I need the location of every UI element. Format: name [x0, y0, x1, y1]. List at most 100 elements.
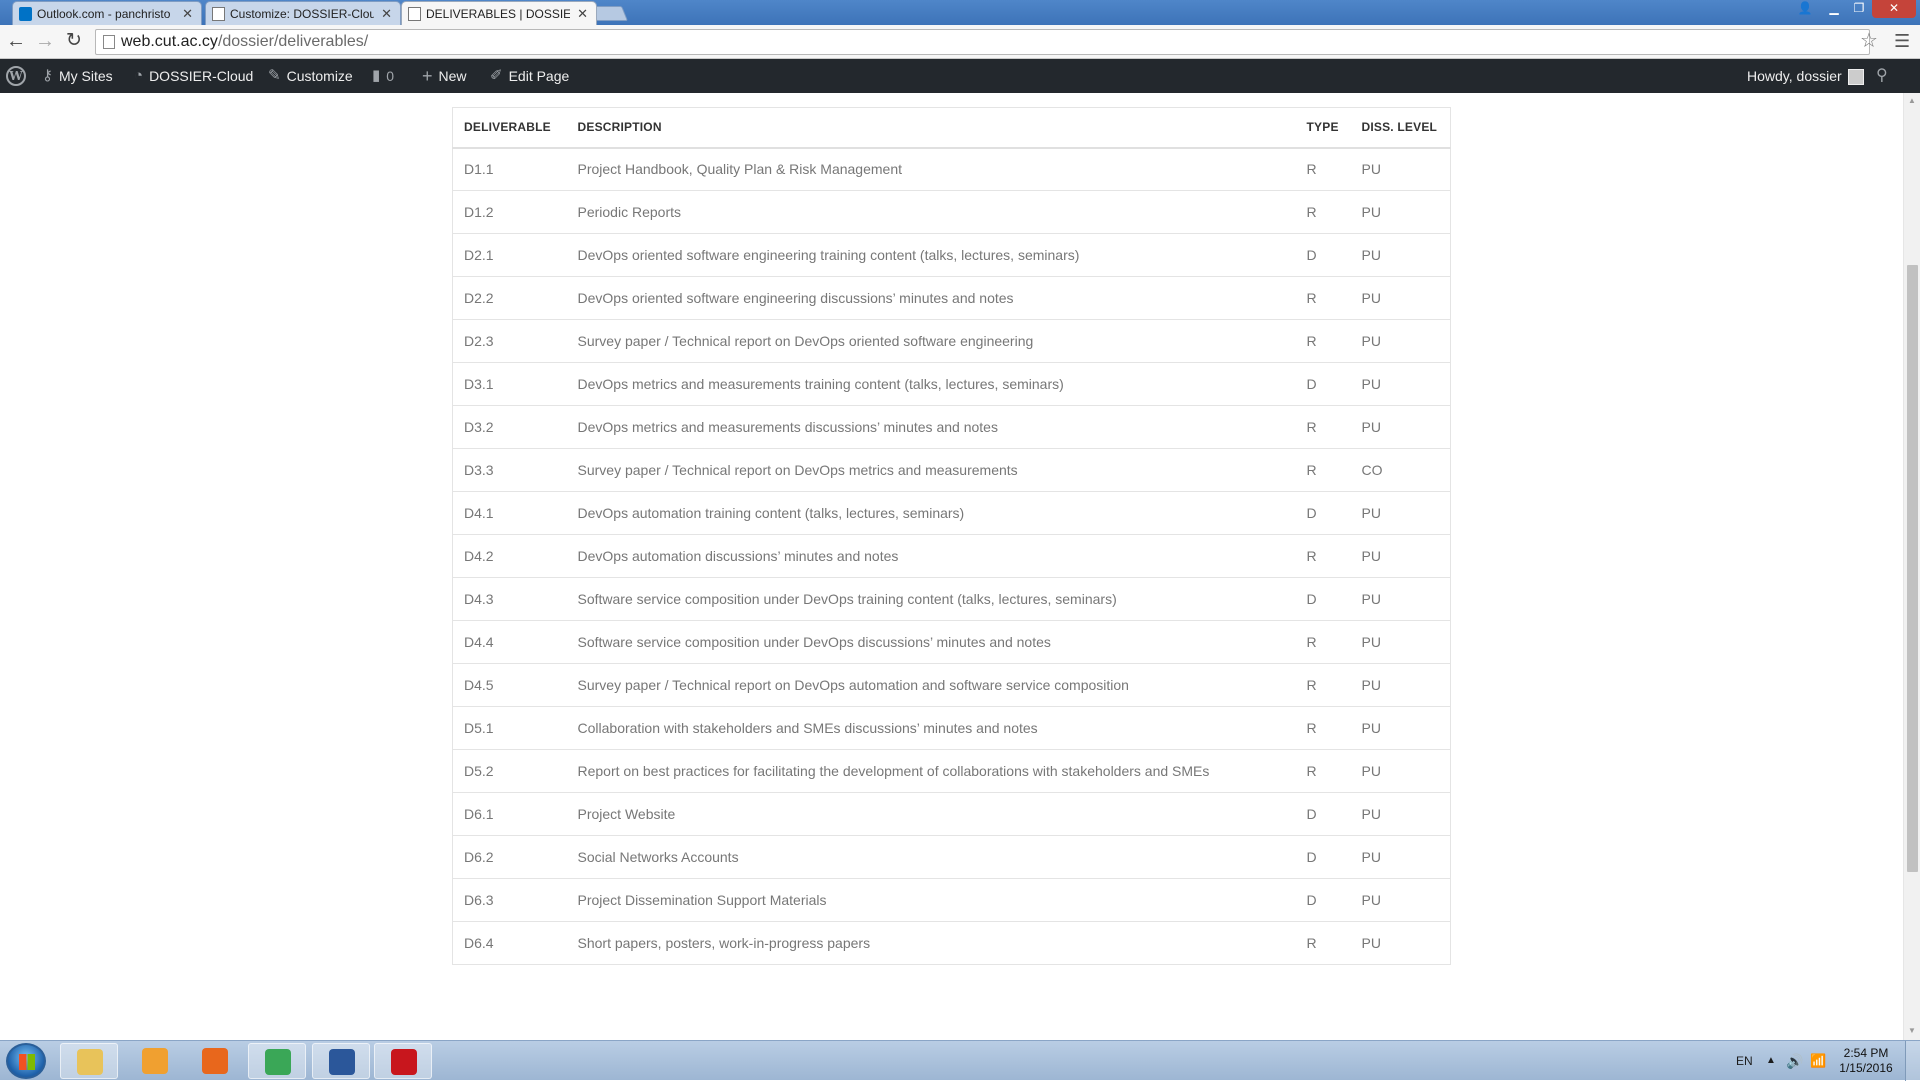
restore-button[interactable]: ❐ — [1847, 0, 1871, 18]
scroll-down-arrow-icon[interactable]: ▼ — [1908, 1026, 1916, 1035]
address-bar[interactable]: web.cut.ac.cy/dossier/deliverables/ — [95, 29, 1870, 55]
scrollbar-thumb[interactable] — [1907, 265, 1918, 872]
avatar — [1847, 69, 1864, 86]
deliverable-description: Project Website — [566, 792, 1296, 836]
table-row: D5.2 Report on best practices for facilit… — [452, 749, 1451, 793]
deliverable-id: D1.2 — [452, 190, 567, 234]
browser-tab-strip: Outlook.com - panchristo ✕ Customize: DO… — [0, 0, 1920, 25]
chrome-menu-icon[interactable]: ☰ — [1894, 31, 1910, 52]
search-icon[interactable]: ⚲ — [1876, 59, 1888, 93]
media-player-icon — [142, 1048, 168, 1074]
forward-arrow-icon[interactable]: → — [33, 30, 57, 54]
firefox-icon — [202, 1048, 228, 1074]
deliverable-description: DevOps automation discussions’ minutes a… — [566, 534, 1296, 578]
deliverable-description: Short papers, posters, work-in-progress … — [566, 921, 1296, 965]
network-icon[interactable]: 📶 — [1810, 1041, 1826, 1081]
column-header-type: TYPE — [1295, 107, 1351, 149]
page-scrollbar[interactable]: ▲ ▼ — [1903, 93, 1920, 1040]
table-row: D4.5 Survey paper / Technical report on D… — [452, 663, 1451, 707]
taskbar-app-button[interactable] — [60, 1043, 118, 1079]
brush-icon: ✎ — [268, 67, 281, 84]
tab-outlook[interactable]: Outlook.com - panchristo ✕ — [12, 1, 202, 25]
deliverable-description: DevOps oriented software engineering tra… — [566, 233, 1296, 277]
deliverable-id: D5.1 — [452, 706, 567, 750]
deliverable-id: D1.1 — [452, 147, 567, 191]
deliverable-id: D4.4 — [452, 620, 567, 664]
table-row: D6.1 Project Website D PU — [452, 792, 1451, 836]
url-host: web.cut.ac.cy — [121, 33, 218, 50]
scroll-up-arrow-icon[interactable]: ▲ — [1908, 96, 1916, 105]
taskbar-app-button[interactable] — [248, 1043, 306, 1079]
table-row: D5.1 Collaboration with stakeholders and … — [452, 706, 1451, 750]
bookmark-star-icon[interactable]: ☆ — [1860, 28, 1878, 53]
taskbar-app-button[interactable] — [126, 1043, 184, 1079]
deliverable-description: Project Dissemination Support Materials — [566, 878, 1296, 922]
dissemination-level: PU — [1350, 491, 1451, 535]
reload-icon[interactable]: ↻ — [62, 30, 86, 54]
minimize-button[interactable]: ▁ — [1822, 0, 1846, 18]
deliverable-id: D3.1 — [452, 362, 567, 406]
url-text[interactable]: web.cut.ac.cy/dossier/deliverables/ — [121, 30, 368, 54]
column-header-deliverable: DELIVERABLE — [452, 107, 567, 149]
dissemination-level: PU — [1350, 319, 1451, 363]
deliverable-description: Periodic Reports — [566, 190, 1296, 234]
my-sites-menu[interactable]: ⚷ My Sites — [42, 59, 113, 93]
tab-label: Customize: DOSSIER-Clou — [230, 7, 374, 21]
deliverable-type: R — [1295, 921, 1351, 965]
tab-deliverables[interactable]: DELIVERABLES | DOSSIER- ✕ — [401, 1, 597, 25]
taskbar-app-button[interactable] — [312, 1043, 370, 1079]
wordpress-logo-icon[interactable]: W — [6, 66, 26, 86]
volume-icon[interactable]: 🔊 — [1786, 1041, 1803, 1081]
deliverable-id: D2.3 — [452, 319, 567, 363]
deliverable-type: R — [1295, 276, 1351, 320]
taskbar-app-button[interactable] — [186, 1043, 244, 1079]
account-menu[interactable]: Howdy, dossier — [1747, 59, 1864, 93]
deliverable-description: Survey paper / Technical report on DevOp… — [566, 319, 1296, 363]
window-close-button[interactable]: ✕ — [1872, 0, 1916, 18]
deliverable-type: R — [1295, 448, 1351, 492]
close-icon[interactable]: ✕ — [182, 2, 193, 25]
table-body: D1.1 Project Handbook, Quality Plan & Ris… — [452, 147, 1451, 965]
deliverable-description: Project Handbook, Quality Plan & Risk Ma… — [566, 147, 1296, 191]
word-icon — [329, 1049, 355, 1075]
tab-customize[interactable]: Customize: DOSSIER-Clou ✕ — [205, 1, 401, 25]
table-header-row: DELIVERABLE DESCRIPTION TYPE DISS. LEVEL — [452, 107, 1451, 149]
dashboard-icon: ◔ — [134, 67, 144, 84]
acrobat-icon — [391, 1049, 417, 1075]
table-row: D4.1 DevOps automation training content (… — [452, 491, 1451, 535]
new-content-menu[interactable]: + New — [422, 59, 467, 93]
table-row: D6.3 Project Dissemination Support Materi… — [452, 878, 1451, 922]
back-arrow-icon[interactable]: ← — [4, 30, 28, 54]
customize-link[interactable]: ✎ Customize — [268, 59, 353, 93]
deliverable-type: R — [1295, 405, 1351, 449]
deliverable-id: D2.2 — [452, 276, 567, 320]
site-name-menu[interactable]: ◔ DOSSIER-Cloud — [134, 59, 253, 93]
deliverable-type: D — [1295, 792, 1351, 836]
system-clock[interactable]: 2:54 PM 1/15/2016 — [1830, 1046, 1902, 1076]
show-desktop-button[interactable] — [1905, 1041, 1920, 1081]
browser-toolbar: ← → ↻ web.cut.ac.cy/dossier/deliverables… — [0, 25, 1920, 59]
close-icon[interactable]: ✕ — [577, 2, 588, 25]
column-header-description: DESCRIPTION — [566, 107, 1296, 149]
show-hidden-icons-icon[interactable]: ▲ — [1766, 1041, 1776, 1081]
taskbar-app-button[interactable] — [374, 1043, 432, 1079]
page-icon — [408, 7, 421, 21]
edit-page-link[interactable]: ✐ Edit Page — [490, 59, 569, 93]
plus-icon: + — [422, 66, 433, 86]
page-icon — [212, 7, 225, 21]
language-indicator[interactable]: EN — [1736, 1041, 1753, 1081]
windows-logo-icon — [19, 1054, 35, 1070]
my-sites-label: My Sites — [59, 68, 113, 84]
table-row: D2.3 Survey paper / Technical report on D… — [452, 319, 1451, 363]
dissemination-level: PU — [1350, 921, 1451, 965]
comments-link[interactable]: ▮ 0 — [372, 59, 394, 93]
deliverable-type: R — [1295, 620, 1351, 664]
close-icon[interactable]: ✕ — [381, 2, 392, 25]
start-button[interactable] — [6, 1043, 46, 1079]
deliverable-description: DevOps automation training content (talk… — [566, 491, 1296, 535]
deliverable-description: Collaboration with stakeholders and SMEs… — [566, 706, 1296, 750]
table-row: D3.1 DevOps metrics and measurements trai… — [452, 362, 1451, 406]
table-row: D4.4 Software service composition under D… — [452, 620, 1451, 664]
column-header-diss-level: DISS. LEVEL — [1350, 107, 1451, 149]
user-profile-icon[interactable]: 👤 — [1795, 0, 1815, 18]
